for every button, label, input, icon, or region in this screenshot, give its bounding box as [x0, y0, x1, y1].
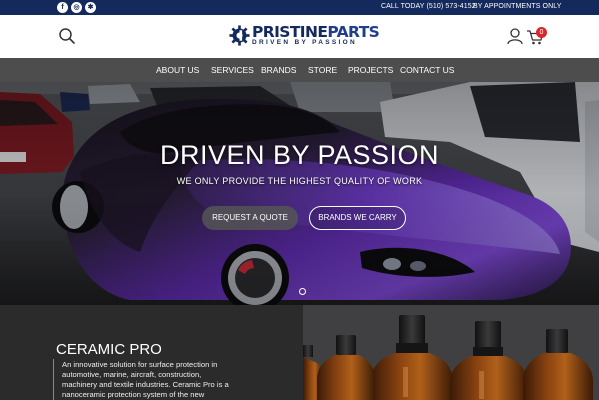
nav-contact-us[interactable]: CONTACT US — [400, 65, 454, 75]
phone-link[interactable]: CALL TODAY (510) 573-4152 — [381, 3, 476, 10]
description-line: machinery and textile industries. Cerami… — [62, 380, 229, 389]
nav-store[interactable]: STORE — [308, 65, 337, 75]
cart-count-badge: 0 — [536, 27, 547, 38]
brands-we-carry-button[interactable]: BRANDS WE CARRY — [309, 206, 406, 230]
nav-about-us[interactable]: ABOUT US — [156, 65, 199, 75]
description-line: An innovative solution for surface prote… — [62, 360, 218, 369]
section-divider — [53, 359, 54, 400]
hero-subtitle: WE ONLY PROVIDE THE HIGHEST QUALITY OF W… — [176, 176, 423, 186]
yelp-icon[interactable]: ✱ — [85, 2, 96, 13]
hero-title: DRIVEN BY PASSION — [159, 140, 440, 170]
description-line: automotive, marine, aircraft, constructi… — [62, 370, 202, 379]
nav-brands[interactable]: BRANDS — [261, 65, 296, 75]
ceramic-pro-section: CERAMIC PRO An innovative solution for s… — [0, 305, 599, 400]
hero-car-image — [0, 82, 599, 305]
search-icon[interactable] — [58, 27, 76, 45]
description-line: nanoceramic protection system of the new — [62, 390, 205, 399]
gear-logo-icon — [229, 25, 250, 46]
appointments-text: BY APPOINTMENTS ONLY — [473, 3, 562, 10]
user-icon[interactable] — [506, 27, 524, 45]
instagram-icon[interactable]: ◎ — [71, 2, 82, 13]
section-description: An innovative solution for surface prote… — [62, 360, 272, 400]
hero-banner: DRIVEN BY PASSION WE ONLY PROVIDE THE HI… — [0, 82, 599, 305]
main-nav: ABOUT US SERVICES BRANDS STORE PROJECTS … — [0, 58, 599, 82]
facebook-icon[interactable]: f — [57, 2, 68, 13]
nav-projects[interactable]: PROJECTS — [348, 65, 393, 75]
site-header: PRISTINEPARTS DRIVEN BY PASSION 0 — [0, 15, 599, 58]
site-logo[interactable]: PRISTINEPARTS DRIVEN BY PASSION — [229, 23, 380, 51]
slider-dot[interactable] — [299, 288, 306, 295]
logo-tagline: DRIVEN BY PASSION — [252, 39, 357, 46]
request-quote-button[interactable]: REQUEST A QUOTE — [202, 206, 298, 230]
product-bottles-image — [303, 305, 599, 400]
section-title: CERAMIC PRO — [56, 341, 162, 358]
nav-services[interactable]: SERVICES — [211, 65, 254, 75]
top-bar: f ◎ ✱ CALL TODAY (510) 573-4152 BY APPOI… — [0, 0, 599, 15]
